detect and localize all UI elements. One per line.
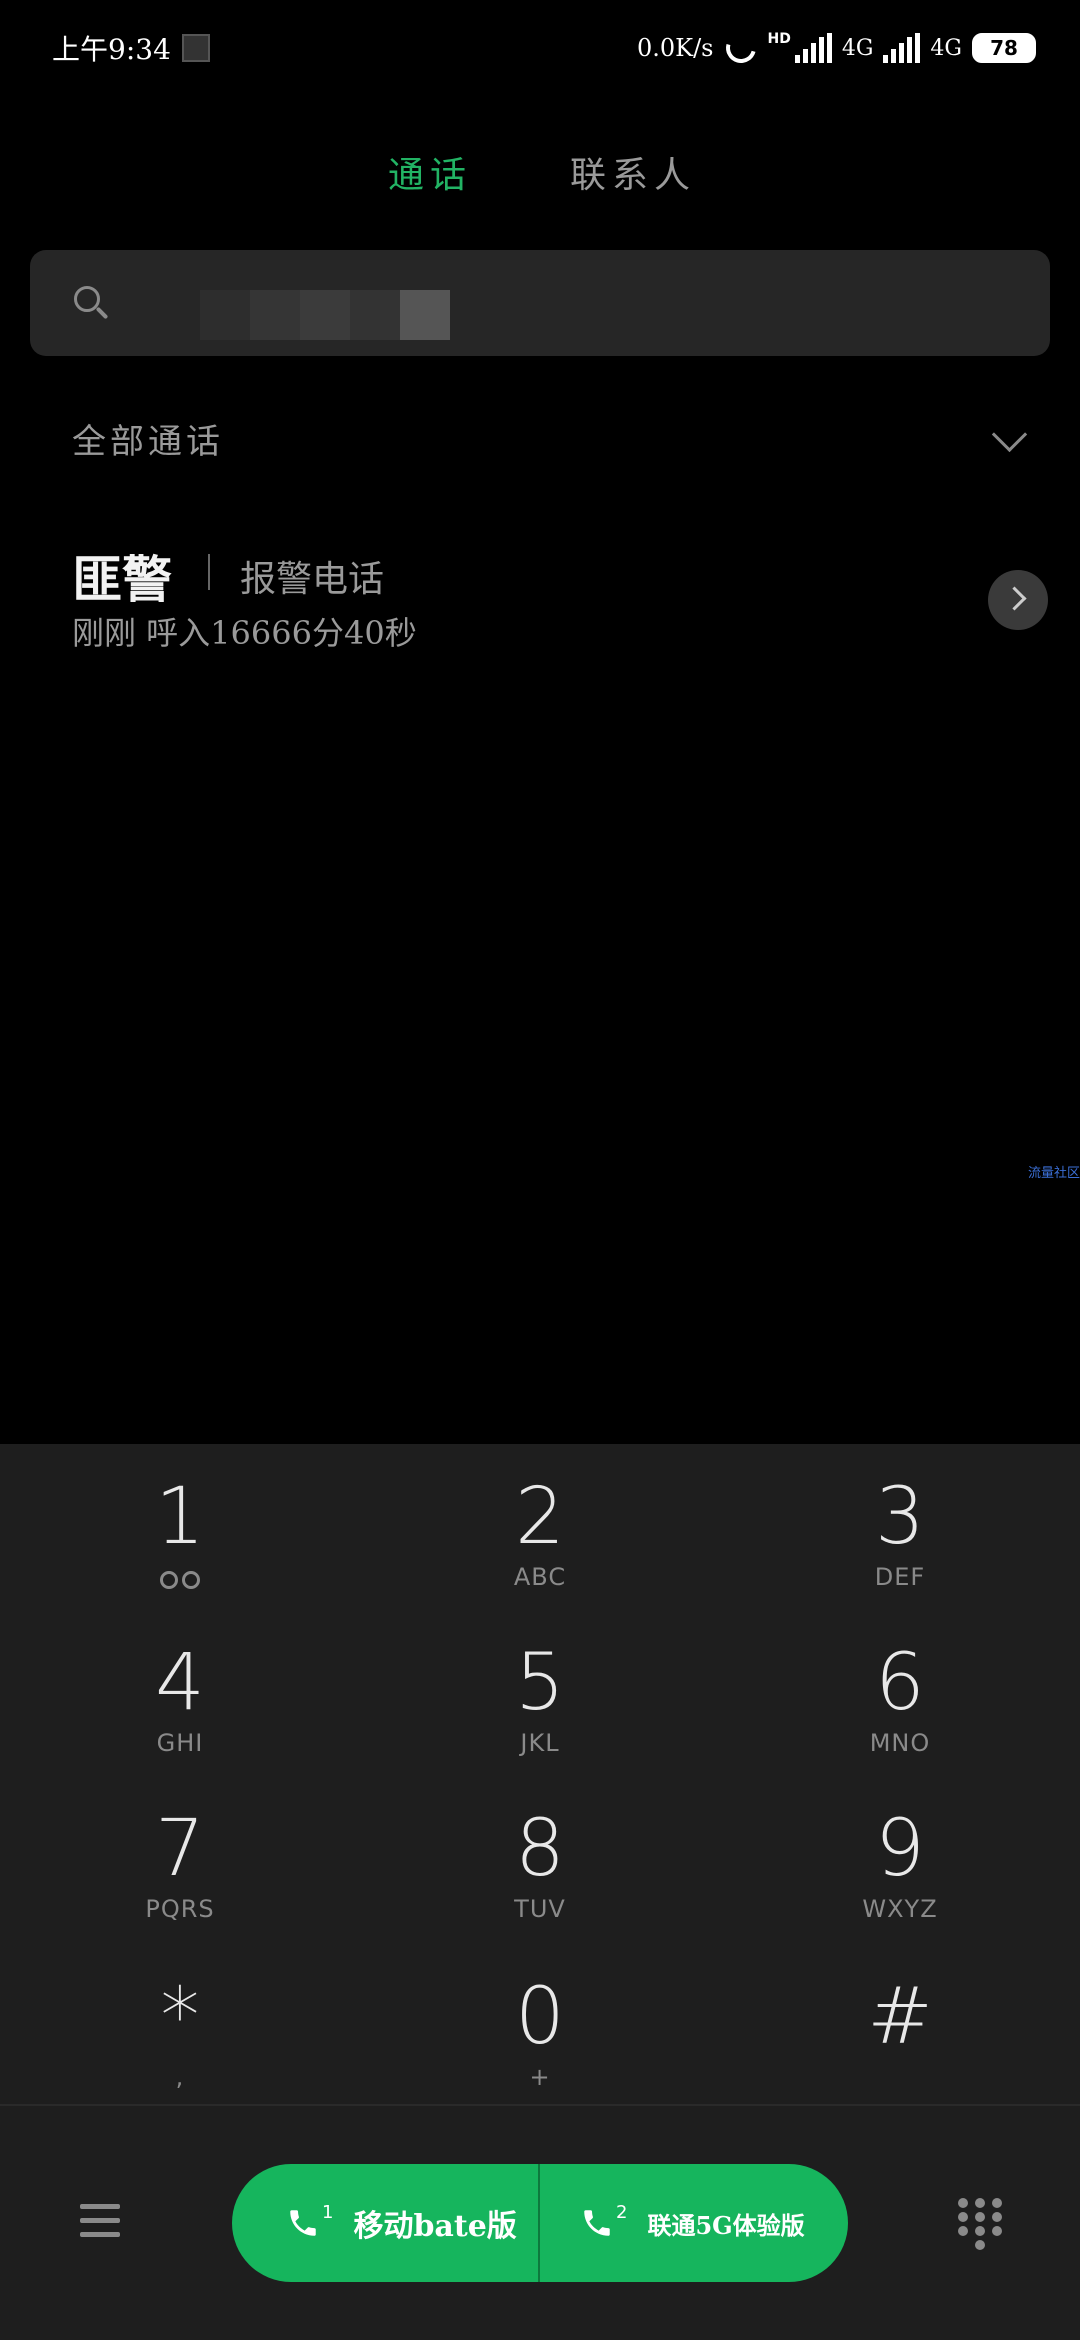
key-digit: 9 bbox=[875, 1804, 925, 1894]
dialpad-keys: 1 2 ABC 3 DEF 4 GHI 5 JKL 6 MNO 7 PQRS 8 TUV 9W… bbox=[0, 1444, 1080, 2104]
redacted-text bbox=[350, 290, 400, 340]
key-digit: 8 bbox=[515, 1804, 565, 1894]
divider bbox=[208, 554, 210, 590]
dial-label: 移动bate版 bbox=[353, 2209, 517, 2244]
battery-icon: 78 bbox=[972, 33, 1036, 63]
key-digit: * bbox=[160, 1972, 200, 2062]
key-digit: 1 bbox=[155, 1472, 205, 1562]
battery-level: 78 bbox=[990, 36, 1018, 60]
moon-icon bbox=[724, 31, 758, 65]
redacted-text bbox=[250, 290, 300, 340]
dial-key-0[interactable]: 0 + bbox=[420, 1972, 660, 2122]
tab-bar: 通话 联系人 bbox=[0, 146, 1080, 206]
voicemail-icon bbox=[60, 1562, 300, 1592]
sim-number: 1 bbox=[322, 2201, 334, 2223]
caller-name: 匪警 bbox=[72, 550, 172, 609]
call-log-item[interactable]: 匪警 报警电话 刚刚 呼入16666分40秒 bbox=[72, 540, 1048, 660]
key-digit: 3 bbox=[875, 1472, 925, 1562]
dial-key-7[interactable]: 7 PQRS bbox=[60, 1804, 300, 1954]
key-letters: JKL bbox=[520, 1729, 560, 1757]
key-letters: PQRS bbox=[145, 1895, 215, 1923]
dial-key-9[interactable]: 9 WXYZ bbox=[780, 1804, 1020, 1954]
key-letters: TUV bbox=[514, 1895, 566, 1923]
dial-key-hash[interactable]: # bbox=[780, 1972, 1020, 2122]
status-indicators: 0.0K/s HD 4G 4G 78 bbox=[637, 26, 1036, 70]
net-speed: 0.0K/s bbox=[637, 34, 714, 62]
filter-label: 全部通话 bbox=[72, 422, 224, 462]
sim-number: 2 bbox=[616, 2201, 628, 2223]
key-letters: WXYZ bbox=[862, 1895, 938, 1923]
menu-icon[interactable] bbox=[80, 2204, 120, 2238]
key-letters: + bbox=[529, 2063, 551, 2091]
dial-key-4[interactable]: 4 GHI bbox=[60, 1638, 300, 1788]
key-letters: MNO bbox=[869, 1729, 931, 1757]
chevron-right-icon[interactable] bbox=[988, 570, 1048, 630]
chevron-down-icon bbox=[991, 416, 1028, 453]
key-digit: 5 bbox=[515, 1638, 565, 1728]
signal-icon bbox=[883, 33, 921, 63]
key-letters: ABC bbox=[513, 1563, 567, 1591]
key-digit: 7 bbox=[155, 1804, 205, 1894]
dial-key-5[interactable]: 5 JKL bbox=[420, 1638, 660, 1788]
dial-key-star[interactable]: *, bbox=[60, 1972, 300, 2122]
dialpad-toggle-icon[interactable] bbox=[958, 2198, 1002, 2250]
dial-key-2[interactable]: 2 ABC bbox=[420, 1472, 660, 1622]
call-detail: 刚刚 呼入16666分40秒 bbox=[72, 614, 417, 652]
dial-key-3[interactable]: 3 DEF bbox=[780, 1472, 1020, 1622]
key-digit: 2 bbox=[515, 1472, 565, 1562]
tab-contacts[interactable]: 联系人 bbox=[570, 146, 696, 198]
network-type-2: 4G bbox=[930, 35, 962, 61]
dial-key-8[interactable]: 8 TUV bbox=[420, 1804, 660, 1954]
status-time: 上午9:34 bbox=[52, 33, 171, 66]
hd-badge: HD bbox=[767, 31, 791, 47]
call-filter-dropdown[interactable]: 全部通话 bbox=[72, 414, 1032, 470]
key-digit: 6 bbox=[875, 1638, 925, 1728]
dial-sim2-button[interactable]: 2 联通5G体验版 bbox=[540, 2164, 848, 2282]
dial-label: 联通5G体验版 bbox=[647, 2210, 805, 2240]
redacted-text bbox=[400, 290, 450, 340]
network-type-1: 4G bbox=[841, 35, 874, 61]
key-digit: 0 bbox=[515, 1972, 565, 2062]
phone-icon bbox=[286, 2206, 320, 2240]
watermark-text: 流量社区 bbox=[1027, 1166, 1080, 1181]
search-bar[interactable] bbox=[30, 250, 1050, 356]
redacted-text bbox=[300, 290, 350, 340]
key-digit: 4 bbox=[155, 1638, 205, 1728]
key-letters: , bbox=[175, 2063, 185, 2091]
signal-icon bbox=[794, 33, 832, 63]
key-letters: DEF bbox=[874, 1563, 926, 1591]
redacted-text bbox=[200, 290, 250, 340]
tab-calls[interactable]: 通话 bbox=[388, 146, 472, 198]
dial-key-1[interactable]: 1 bbox=[60, 1472, 300, 1622]
caller-tag: 报警电话 bbox=[240, 559, 385, 600]
key-letters: GHI bbox=[156, 1729, 204, 1757]
search-icon bbox=[74, 286, 100, 312]
key-digit: # bbox=[867, 1972, 933, 2062]
dial-button-group: 1 移动bate版 2 联通5G体验版 bbox=[232, 2164, 848, 2282]
status-bar: 上午9:34 0.0K/s HD 4G 4G 78 bbox=[0, 0, 1080, 96]
phone-icon bbox=[580, 2206, 614, 2240]
notification-icon bbox=[182, 34, 210, 62]
dial-sim1-button[interactable]: 1 移动bate版 bbox=[232, 2164, 538, 2282]
dial-key-6[interactable]: 6 MNO bbox=[780, 1638, 1020, 1788]
keypad-divider bbox=[0, 2104, 1080, 2106]
